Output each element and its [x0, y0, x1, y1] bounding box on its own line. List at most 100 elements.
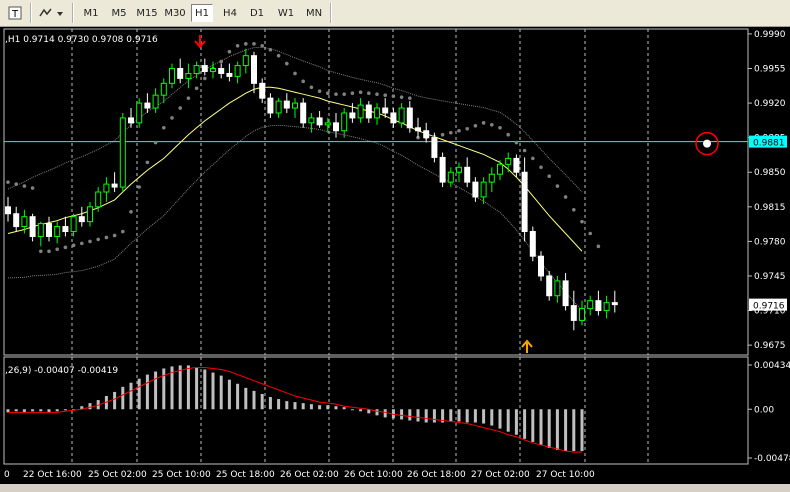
macd-bar — [531, 409, 535, 442]
timeframe-button-h4[interactable]: H4 — [219, 4, 241, 22]
candle — [423, 122, 430, 143]
candle — [87, 201, 93, 227]
sar-dot — [301, 79, 306, 84]
chart-window[interactable]: 0.99900.99550.99200.98850.98500.98150.97… — [0, 27, 790, 488]
macd-bar — [498, 409, 502, 429]
sar-dot — [383, 93, 388, 97]
macd-bar — [490, 409, 494, 426]
candle — [570, 290, 577, 331]
sar-dot — [203, 76, 207, 81]
candle — [13, 206, 20, 232]
macd-bar — [334, 406, 338, 410]
sar-dot — [473, 124, 478, 128]
candle — [431, 132, 438, 163]
macd-bar — [572, 409, 576, 452]
candle — [357, 98, 364, 123]
timeframe-button-m5[interactable]: M5 — [107, 4, 131, 22]
candle — [251, 51, 257, 94]
macd-bar — [31, 409, 35, 412]
macd-bar — [113, 391, 117, 410]
macd-bar — [383, 409, 387, 418]
timeframe-button-m30[interactable]: M30 — [163, 4, 187, 22]
sar-dot — [14, 182, 18, 186]
candle — [579, 300, 585, 326]
macd-bar — [219, 375, 223, 410]
candle — [562, 273, 569, 311]
svg-text:T: T — [11, 9, 19, 20]
macd-bar — [482, 409, 486, 424]
toolbar-separator — [330, 3, 332, 23]
candle — [456, 162, 462, 183]
candle — [144, 93, 151, 113]
macd-bar — [293, 402, 297, 410]
sar-dot — [309, 85, 314, 90]
candle — [78, 206, 85, 227]
sar-dot — [391, 94, 396, 98]
macd-bar — [121, 386, 125, 410]
macd-info-text: ,26,9) -0.00407 -0.00419 — [5, 366, 118, 376]
sar-dot — [162, 125, 166, 130]
chart-canvas[interactable]: 0.99900.99550.99200.98850.98500.98150.97… — [0, 27, 790, 488]
candle — [283, 93, 290, 113]
sar-dot — [88, 239, 92, 244]
candle — [554, 275, 561, 303]
status-bar — [0, 484, 790, 488]
time-axis-label: 26 Oct 02:00 — [280, 470, 339, 480]
macd-bar — [514, 409, 518, 435]
macd-bar — [580, 409, 584, 452]
price-axis-label: 0.9920 — [754, 99, 786, 109]
candle — [349, 103, 356, 123]
candle — [324, 117, 331, 133]
timeframe-button-w1[interactable]: W1 — [274, 4, 298, 22]
macd-bar — [523, 409, 527, 439]
candle — [62, 216, 69, 237]
sar-dot — [170, 116, 174, 120]
timeframe-button-h1[interactable]: H1 — [191, 4, 213, 22]
sar-dot — [531, 156, 535, 161]
time-axis-label: 25 Oct 10:00 — [152, 470, 211, 480]
macd-bar — [145, 374, 149, 410]
timeframe-button-m15[interactable]: M15 — [134, 4, 160, 22]
candle — [54, 221, 61, 244]
macd-bar — [39, 409, 43, 412]
macd-bar — [473, 409, 477, 423]
price-axis-label: 0.9850 — [754, 168, 786, 178]
svg-text:0.9716: 0.9716 — [753, 302, 785, 312]
timeframe-button-m1[interactable]: M1 — [80, 4, 102, 22]
price-axis-label: 0.9955 — [754, 65, 786, 75]
candle — [480, 177, 487, 204]
sar-dot — [490, 123, 494, 127]
candle — [390, 108, 397, 128]
price-axis-label: 0.9780 — [754, 237, 786, 247]
candle — [300, 98, 307, 128]
sar-dot — [39, 249, 43, 254]
candle — [521, 157, 528, 242]
macd-bar — [342, 407, 346, 410]
candle — [505, 152, 512, 173]
sar-dot — [449, 130, 453, 135]
objects-dropdown-icon[interactable] — [36, 3, 66, 23]
alert-target-icon[interactable] — [695, 131, 719, 156]
price-axis-label: 0.9675 — [754, 341, 786, 351]
sar-dot — [334, 92, 338, 96]
macd-bar — [14, 409, 18, 412]
sar-dot — [514, 140, 519, 145]
time-axis-label: 27 Oct 10:00 — [536, 470, 595, 480]
text-tool-icon[interactable]: T — [4, 3, 26, 23]
macd-bar — [326, 405, 330, 410]
candle — [439, 152, 446, 188]
macd-axis-label: 0.00434 — [754, 361, 790, 371]
candle — [5, 196, 11, 222]
sar-dot — [285, 61, 289, 66]
macd-bar — [162, 368, 166, 410]
sar-dot — [580, 219, 584, 224]
sar-dot — [440, 132, 445, 137]
timeframe-button-mn[interactable]: MN — [302, 4, 326, 22]
main-panel-frame — [3, 28, 749, 356]
sar-dot — [399, 95, 404, 99]
macd-bar — [260, 393, 264, 410]
macd-bar — [252, 390, 256, 410]
timeframe-button-d1[interactable]: D1 — [246, 4, 268, 22]
macd-bar — [55, 409, 59, 412]
candle — [538, 251, 544, 281]
